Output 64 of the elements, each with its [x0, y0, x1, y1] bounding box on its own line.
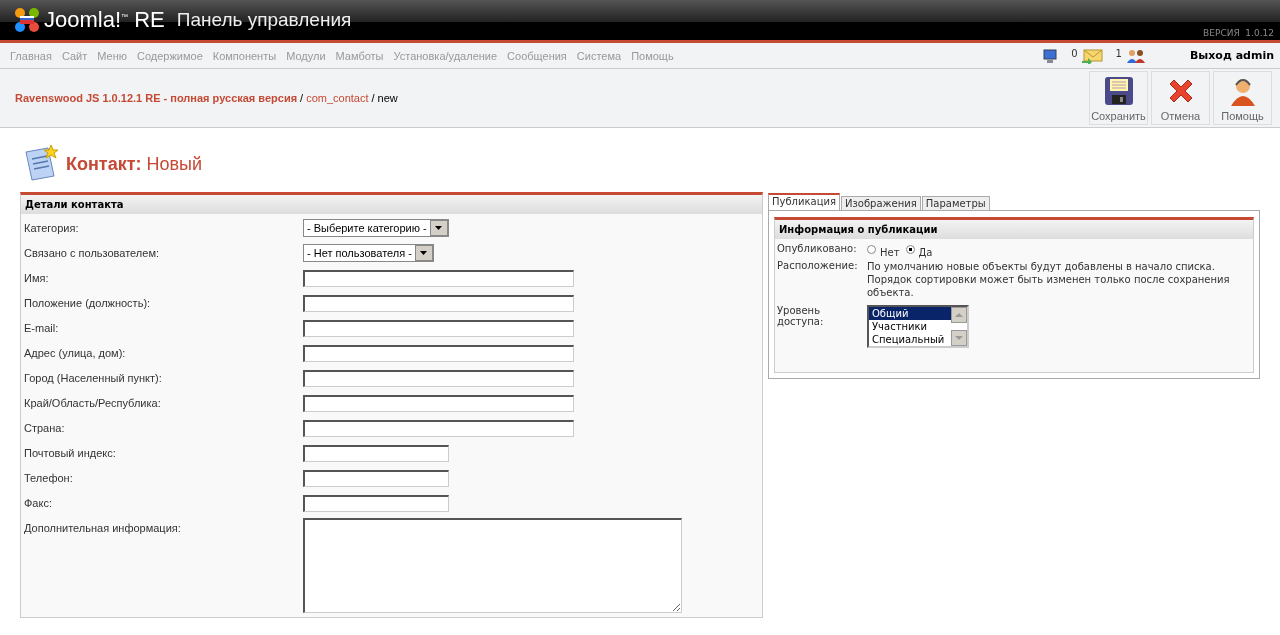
user-count: 1 [1115, 47, 1122, 59]
ordering-note: По умолчанию новые объекты будут добавлены в начало списка. Порядок сортировки может быть изменен только после сохранения объекта. [867, 260, 1231, 299]
scroll-down-icon [951, 330, 967, 346]
list-option[interactable]: Участники [869, 320, 951, 333]
access-level-listbox[interactable]: Общий Участники Специальный [867, 305, 969, 348]
toolbar-save-button[interactable]: Сохранить [1089, 71, 1148, 125]
field-label: Категория: [23, 221, 80, 236]
text-field[interactable] [303, 294, 574, 312]
breadcrumb-separator: / [300, 92, 304, 104]
radio-option[interactable]: Нет [867, 243, 900, 254]
field-label: Связано с пользователем: [23, 246, 161, 261]
breadcrumb-current: new [377, 92, 398, 104]
field-label: Факс: [23, 496, 53, 511]
field-label: Расположение: [777, 260, 859, 273]
joomla-logo-icon [12, 5, 42, 35]
page-title: Контакт: [66, 153, 142, 175]
tab[interactable]: Параметры [921, 196, 990, 210]
field-label: Положение (должность): [23, 296, 152, 311]
field-label: Край/Область/Республика: [23, 396, 162, 411]
header-title: Панель управления [176, 9, 352, 31]
breadcrumb-link[interactable]: com_contact [306, 92, 369, 104]
field-label: Имя: [23, 271, 50, 286]
field-label: Дополнительная информация: [23, 521, 182, 536]
panel-heading: Детали контакта [21, 195, 762, 214]
toolbar-help-button[interactable]: Помощь [1213, 71, 1272, 125]
field-label: E-mail: [23, 321, 60, 336]
field-label: Страна: [23, 421, 66, 436]
field-label: Опубликовано: [777, 243, 858, 254]
text-field[interactable] [303, 469, 449, 487]
dropdown-field[interactable]: - Выберите категорию - [303, 219, 449, 237]
version-text: ВЕРСИЯ 1.0.12 [1203, 28, 1274, 40]
dropdown-arrow-icon [435, 226, 443, 230]
list-option[interactable]: Специальный [869, 333, 951, 346]
text-field[interactable] [303, 419, 574, 437]
breadcrumb-site-link[interactable]: Ravenswood JS 1.0.12.1 RE - полная русская версия [15, 92, 298, 104]
text-field[interactable] [303, 444, 449, 462]
tab[interactable]: Публикация [768, 193, 840, 210]
dropdown-arrow-icon [420, 251, 428, 255]
toolbar-cancel-button[interactable]: Отмена [1151, 71, 1210, 125]
text-field[interactable] [303, 494, 449, 512]
field-label: Адрес (улица, дом): [23, 346, 127, 361]
users-icon [1124, 47, 1147, 64]
text-area[interactable] [303, 518, 682, 613]
page-subtitle: Новый [146, 153, 203, 175]
envelope-icon [1080, 47, 1103, 64]
monitor-icon [1042, 47, 1059, 64]
dropdown-field[interactable]: - Нет пользователя - [303, 244, 434, 262]
text-field[interactable] [303, 394, 574, 412]
field-label: Уровень доступа: [777, 305, 825, 329]
scroll-up-icon [951, 307, 967, 323]
text-field[interactable] [303, 344, 574, 362]
field-label: Телефон: [23, 471, 74, 486]
logo-text: Joomla!$^{™}$ RE [44, 7, 165, 33]
tab[interactable]: Изображения [841, 196, 921, 210]
text-field[interactable] [303, 369, 574, 387]
logout-link[interactable]: Выход admin [1189, 49, 1274, 62]
field-label: Почтовый индекс: [23, 446, 117, 461]
list-option[interactable]: Общий [869, 307, 951, 320]
text-field[interactable] [303, 319, 574, 337]
breadcrumb-separator: / [371, 92, 375, 104]
message-count: 0 [1071, 47, 1078, 59]
text-field[interactable] [303, 269, 574, 287]
field-label: Город (Населенный пункт): [23, 371, 163, 386]
panel-heading: Информация о публикации [775, 220, 1253, 239]
